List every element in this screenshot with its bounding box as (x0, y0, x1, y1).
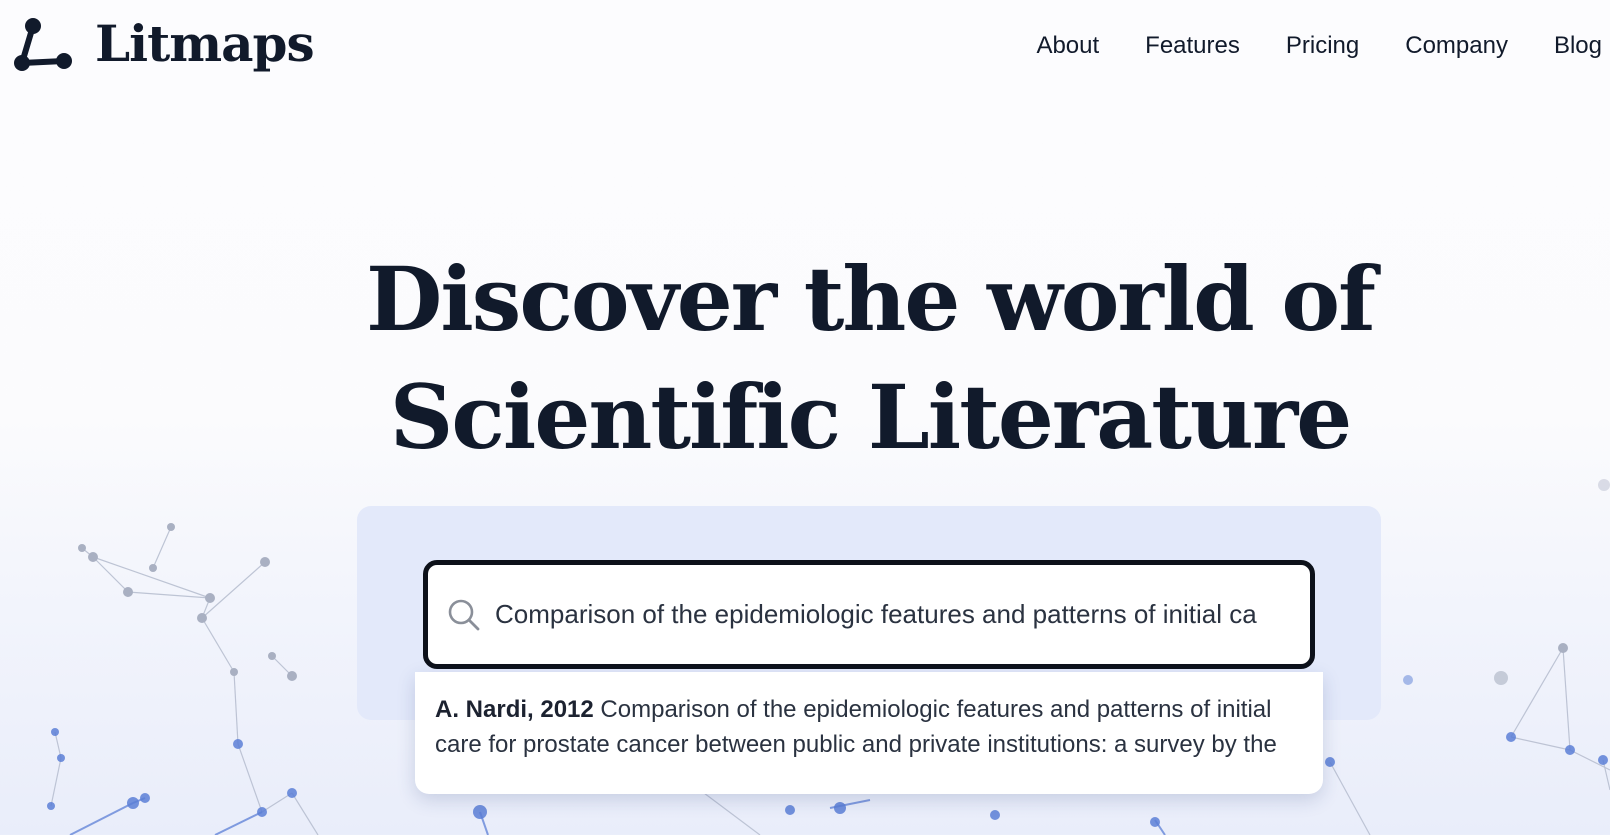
search-box[interactable] (423, 560, 1315, 669)
brand-name: Litmaps (95, 13, 315, 73)
nav-features[interactable]: Features (1122, 30, 1263, 62)
hero-title: Discover the world of Scientific Literat… (0, 240, 1610, 476)
hero-title-line-1: Discover the world of (366, 247, 1376, 351)
suggestion-author-year: A. Nardi, 2012 (435, 696, 594, 723)
suggestion-item[interactable]: A. Nardi, 2012 Comparison of the epidemi… (435, 692, 1295, 762)
brand-logo[interactable]: Litmaps (13, 10, 315, 80)
search-input[interactable] (495, 599, 1295, 630)
nav-pricing[interactable]: Pricing (1263, 30, 1382, 62)
nav-blog[interactable]: Blog (1531, 30, 1610, 62)
search-suggestions: A. Nardi, 2012 Comparison of the epidemi… (415, 672, 1323, 794)
main-nav: About Features Pricing Company Blog (1013, 30, 1610, 62)
nav-company[interactable]: Company (1382, 30, 1531, 62)
nav-about[interactable]: About (1013, 30, 1122, 62)
litmaps-logo-icon (14, 18, 72, 71)
hero-title-line-2: Scientific Literature (389, 365, 1352, 469)
site-header: Litmaps About Features Pricing Company B… (0, 0, 1610, 95)
search-icon (448, 599, 480, 630)
